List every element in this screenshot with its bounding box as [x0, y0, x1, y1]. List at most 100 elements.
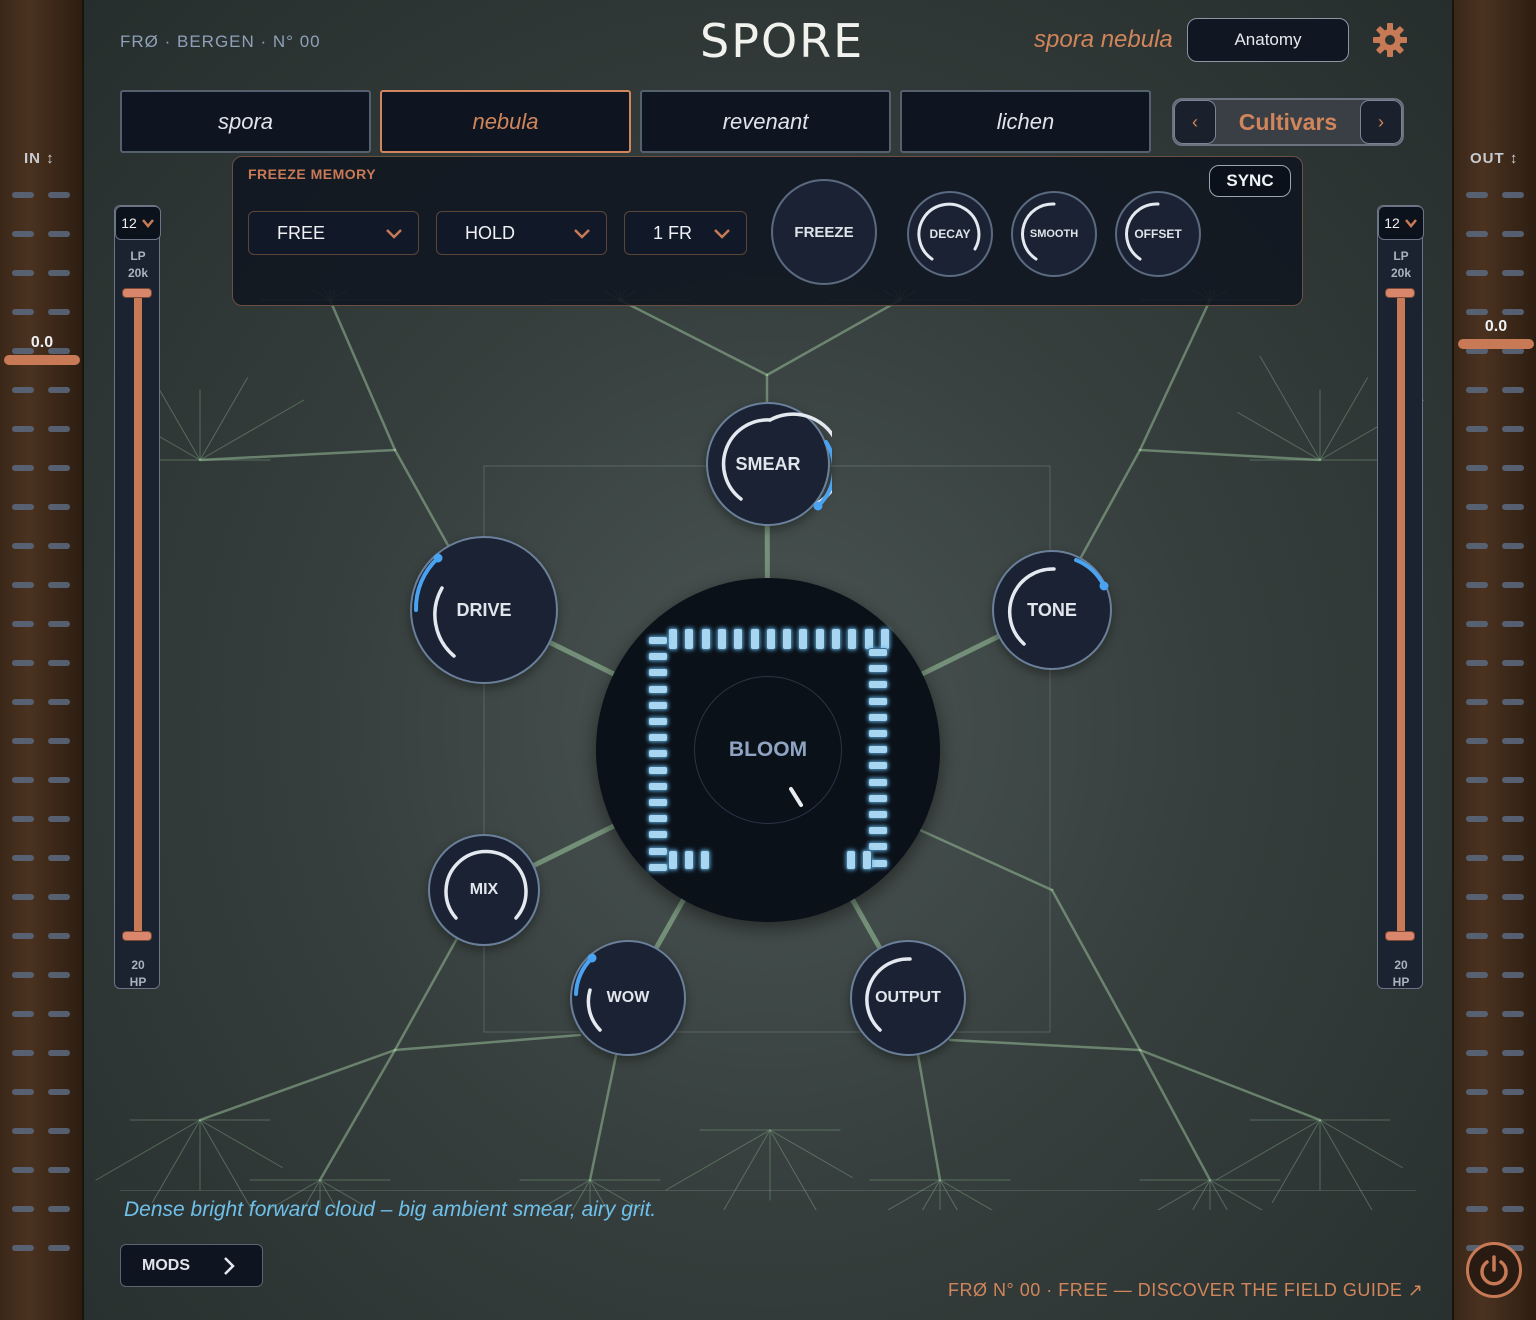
meter-led — [48, 1206, 70, 1212]
bloom-led — [868, 664, 888, 674]
sync-button[interactable]: SYNC — [1209, 165, 1291, 197]
meter-led — [1466, 426, 1488, 432]
cultivars-next-button[interactable]: › — [1360, 100, 1402, 144]
right-hp-freq: 20 — [1394, 958, 1408, 972]
output-knob-label: OUTPUT — [875, 989, 941, 1006]
meter-led — [1466, 621, 1488, 627]
meter-led — [12, 543, 34, 549]
mods-button[interactable]: MODS — [120, 1244, 263, 1287]
meter-led — [1502, 270, 1524, 276]
brand-line: FRØ · BERGEN · N° 00 — [120, 32, 321, 51]
bloom-led — [684, 850, 694, 870]
bloom-led — [648, 862, 668, 872]
bloom-led — [868, 696, 888, 706]
output-gain-readout: 0.0 — [1484, 318, 1508, 335]
right-hp-handle[interactable] — [1385, 931, 1415, 941]
freeze-hold-value: HOLD — [465, 222, 516, 243]
mix-knob[interactable]: MIX — [428, 834, 540, 946]
meter-led — [1502, 231, 1524, 237]
meter-led — [1502, 1128, 1524, 1134]
bloom-led — [648, 830, 668, 840]
tab-revenant[interactable]: revenant — [640, 90, 891, 153]
gear-icon[interactable] — [1370, 20, 1410, 60]
meter-led — [12, 1089, 34, 1095]
meter-led — [12, 699, 34, 705]
chevron-down-icon — [386, 229, 402, 239]
meter-led — [1466, 231, 1488, 237]
smooth-knob-label: SMOOTH — [1029, 228, 1079, 240]
bloom-led — [648, 814, 668, 824]
bloom-led — [847, 628, 858, 650]
bloom-led — [749, 628, 760, 650]
wow-knob[interactable]: WOW — [570, 940, 686, 1056]
drive-knob[interactable]: DRIVE — [410, 536, 558, 684]
meter-led — [48, 621, 70, 627]
output-gain-handle[interactable] — [1458, 339, 1534, 349]
meter-led — [1502, 1050, 1524, 1056]
bloom-display[interactable]: BLOOM — [596, 578, 940, 922]
offset-knob-label: OFFSET — [1134, 227, 1182, 241]
field-guide-link[interactable]: FRØ N° 00 · FREE — DISCOVER THE FIELD GU… — [948, 1280, 1424, 1301]
anatomy-button[interactable]: Anatomy — [1187, 18, 1349, 62]
meter-led — [12, 465, 34, 471]
meter-led — [1466, 777, 1488, 783]
meter-led — [1502, 1011, 1524, 1017]
smooth-knob[interactable]: SMOOTH — [1011, 191, 1097, 277]
bloom-led — [648, 733, 668, 743]
meter-led — [48, 738, 70, 744]
offset-knob[interactable]: OFFSET — [1115, 191, 1201, 277]
smear-knob[interactable]: SMEAR — [706, 402, 832, 526]
right-lp-handle[interactable] — [1385, 288, 1415, 298]
right-filter-slope-select[interactable]: 12 — [1378, 206, 1424, 240]
tab-lichen[interactable]: lichen — [900, 90, 1151, 153]
meter-led — [1502, 504, 1524, 510]
meter-led — [1466, 738, 1488, 744]
right-filter-track[interactable] — [1397, 295, 1405, 940]
bloom-led — [782, 628, 793, 650]
decay-knob[interactable]: DECAY — [907, 191, 993, 277]
meter-led — [1502, 621, 1524, 627]
right-filter-slope-value: 12 — [1384, 215, 1400, 231]
input-gain-handle[interactable] — [4, 355, 80, 365]
bloom-led — [862, 850, 872, 870]
meter-led — [1502, 1206, 1524, 1212]
bloom-led — [868, 729, 888, 738]
left-hp-handle[interactable] — [122, 931, 152, 941]
bloom-led — [648, 652, 668, 662]
meter-led — [1502, 855, 1524, 861]
freeze-button[interactable]: FREEZE — [771, 179, 877, 285]
meter-led — [48, 660, 70, 666]
freeze-frames-dropdown[interactable]: 1 FR — [624, 211, 747, 255]
left-filter-track[interactable] — [134, 295, 142, 940]
meter-led — [48, 1050, 70, 1056]
meter-led — [48, 192, 70, 198]
meter-led — [1502, 1089, 1524, 1095]
bloom-knob[interactable]: BLOOM — [694, 676, 842, 824]
cultivars-label[interactable]: Cultivars — [1216, 100, 1360, 144]
left-filter-slope-select[interactable]: 12 — [115, 206, 161, 240]
meter-led — [1466, 1167, 1488, 1173]
meter-led — [1466, 1050, 1488, 1056]
bloom-led — [700, 628, 711, 650]
meter-led — [12, 660, 34, 666]
bloom-led — [700, 850, 710, 870]
left-lp-handle[interactable] — [122, 288, 152, 298]
meter-led — [12, 933, 34, 939]
meter-led — [1466, 543, 1488, 549]
tone-knob[interactable]: TONE — [992, 550, 1112, 670]
output-knob[interactable]: OUTPUT — [850, 940, 966, 1056]
tab-nebula[interactable]: nebula — [380, 90, 631, 153]
cultivars-prev-button[interactable]: ‹ — [1174, 100, 1216, 144]
freeze-hold-dropdown[interactable]: HOLD — [436, 211, 607, 255]
meter-led — [1466, 465, 1488, 471]
chevron-down-icon — [141, 219, 154, 228]
meter-led — [12, 1245, 34, 1251]
smear-knob-label: SMEAR — [735, 453, 801, 474]
right-lp-label: LP — [1393, 249, 1409, 263]
power-icon[interactable] — [1466, 1242, 1522, 1298]
freeze-mode-dropdown[interactable]: FREE — [248, 211, 419, 255]
meter-led — [48, 816, 70, 822]
tab-spora[interactable]: spora — [120, 90, 371, 153]
meter-led — [1466, 1206, 1488, 1212]
bloom-led — [716, 628, 727, 650]
